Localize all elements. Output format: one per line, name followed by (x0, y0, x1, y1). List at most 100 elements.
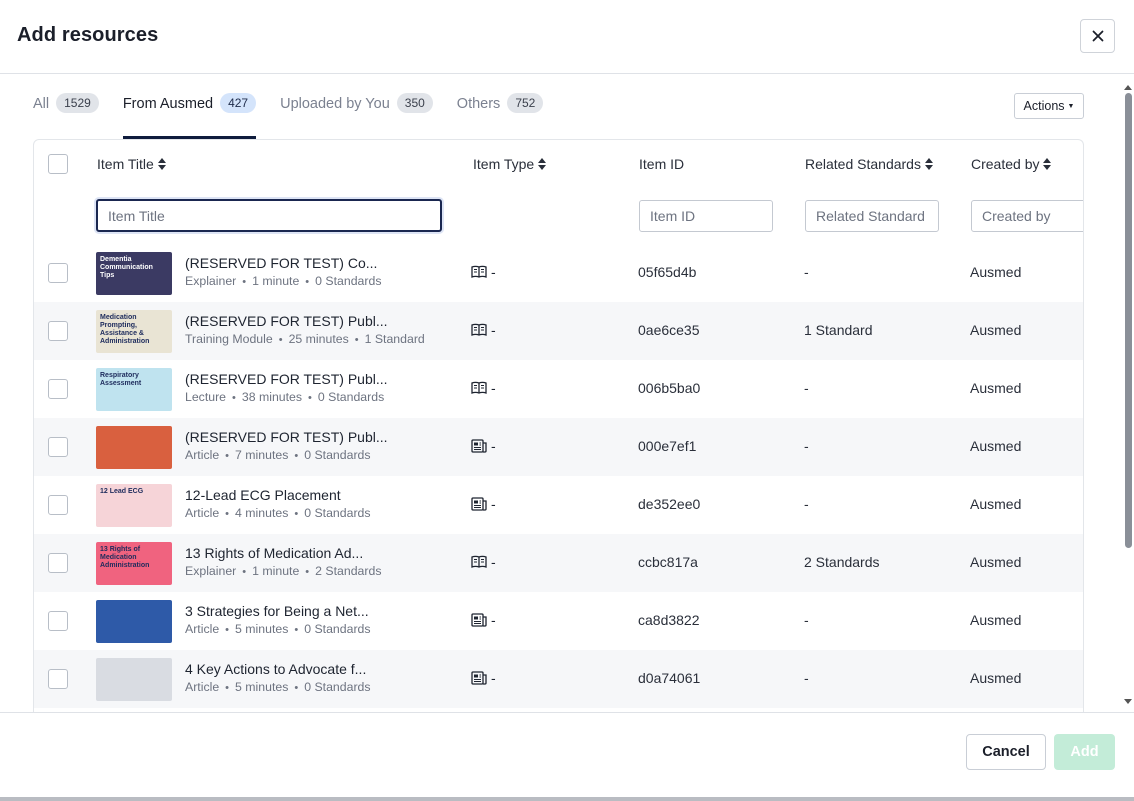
item-meta: Article • 7 minutes • 0 Standards (185, 447, 465, 464)
resource-thumbnail[interactable]: Dementia Communication Tips (96, 252, 172, 295)
item-type-cell: - (471, 612, 496, 628)
resource-thumbnail[interactable]: Medication Prompting, Assistance & Admin… (96, 310, 172, 353)
related-standards-filter-input[interactable] (805, 200, 939, 232)
item-id-cell: de352ee0 (638, 496, 701, 512)
item-id-cell: 006b5ba0 (638, 380, 701, 396)
item-title-link[interactable]: 4 Key Actions to Advocate f... (185, 660, 465, 678)
article-icon (471, 671, 491, 685)
item-title-link[interactable]: (RESERVED FOR TEST) Publ... (185, 370, 465, 388)
vertical-scrollbar[interactable] (1122, 85, 1134, 710)
close-icon (1092, 30, 1103, 42)
scrollbar-thumb[interactable] (1125, 93, 1132, 548)
column-header-created-by[interactable]: Created by (971, 156, 1052, 172)
item-title-cell: (RESERVED FOR TEST) Co... Explainer • 1 min… (185, 254, 465, 290)
tab-from-ausmed[interactable]: From Ausmed 427 (122, 88, 257, 139)
item-type-text: - (491, 322, 496, 338)
actions-label: Actions (1023, 99, 1065, 113)
resource-thumbnail[interactable] (96, 600, 172, 643)
item-type-text: - (491, 670, 496, 686)
close-button[interactable] (1080, 19, 1115, 53)
thumbnail-caption: Respiratory Assessment (100, 372, 142, 387)
resource-thumbnail[interactable]: 12 Lead ECG (96, 484, 172, 527)
created-by-cell: Ausmed (970, 670, 1022, 686)
tab-all[interactable]: All 1529 (33, 88, 99, 139)
related-standards-cell: 2 Standards (804, 554, 880, 570)
meta-text: Article (185, 448, 220, 462)
row-checkbox[interactable] (48, 437, 68, 457)
item-title-link[interactable]: 12-Lead ECG Placement (185, 486, 465, 504)
row-checkbox[interactable] (48, 669, 68, 689)
thumbnail-caption: 13 Rights of Medication Administration (100, 546, 150, 569)
item-id-cell: 000e7ef1 (638, 438, 697, 454)
item-title-filter-input[interactable] (96, 199, 442, 232)
item-type-cell: - (471, 496, 496, 512)
bullet-separator: • (294, 508, 299, 520)
item-title-link[interactable]: (RESERVED FOR TEST) Co... (185, 254, 465, 272)
table-row[interactable]: Dementia Communication Tips (RESERVED FOR… (34, 244, 1083, 302)
column-label: Created by (971, 156, 1040, 172)
row-checkbox[interactable] (48, 263, 68, 283)
resource-thumbnail[interactable] (96, 426, 172, 469)
item-type-text: - (491, 380, 496, 396)
bullet-separator: • (294, 682, 299, 694)
meta-text: 0 Standards (304, 506, 371, 520)
meta-text: 0 Standards (304, 680, 371, 694)
meta-text: 1 minute (252, 564, 300, 578)
table-row[interactable]: 13 Rights of Medication Administration 13… (34, 534, 1083, 592)
meta-text: 4 minutes (235, 506, 289, 520)
tab-others[interactable]: Others 752 (457, 88, 544, 139)
tab-label: All (33, 96, 50, 112)
article-icon (471, 613, 491, 627)
add-button[interactable]: Add (1054, 734, 1115, 770)
row-checkbox[interactable] (48, 495, 68, 515)
row-checkbox[interactable] (48, 379, 68, 399)
item-meta: Article • 4 minutes • 0 Standards (185, 505, 465, 522)
meta-text: 5 minutes (235, 680, 289, 694)
cancel-button[interactable]: Cancel (966, 734, 1046, 770)
row-checkbox[interactable] (48, 611, 68, 631)
item-title-link[interactable]: 3 Strategies for Being a Net... (185, 602, 465, 620)
actions-dropdown-button[interactable]: Actions ▼ (1014, 93, 1084, 119)
item-id-cell: ccbc817a (638, 554, 698, 570)
scroll-down-arrow-icon[interactable] (1124, 699, 1132, 704)
bullet-separator: • (225, 450, 230, 462)
item-title-link[interactable]: (RESERVED FOR TEST) Publ... (185, 312, 465, 330)
related-standards-cell: - (804, 496, 809, 512)
row-checkbox[interactable] (48, 321, 68, 341)
table-row[interactable]: Medication Prompting, Assistance & Admin… (34, 302, 1083, 360)
sort-icon (1043, 158, 1052, 170)
created-by-filter-input[interactable] (971, 200, 1083, 232)
table-header-row: Item Title Item Type Item ID Related Sta… (34, 140, 1083, 188)
item-title-cell: 3 Strategies for Being a Net... Article • 5… (185, 602, 465, 638)
item-title-link[interactable]: 13 Rights of Medication Ad... (185, 544, 465, 562)
scroll-up-arrow-icon[interactable] (1124, 85, 1132, 90)
table-row[interactable]: 4 Key Actions to Advocate f... Article • 5 … (34, 650, 1083, 708)
resource-thumbnail[interactable] (96, 658, 172, 701)
related-standards-cell: - (804, 264, 809, 280)
select-all-checkbox[interactable] (48, 154, 68, 174)
backdrop-strip (0, 797, 1134, 801)
book-icon (471, 381, 491, 395)
table-row[interactable]: 3 Strategies for Being a Net... Article • 5… (34, 592, 1083, 650)
item-title-link[interactable]: (RESERVED FOR TEST) Publ... (185, 428, 465, 446)
item-title-cell: 4 Key Actions to Advocate f... Article • 5 … (185, 660, 465, 696)
column-header-related-standards[interactable]: Related Standards (805, 156, 933, 172)
count-badge: 350 (396, 93, 433, 113)
item-id-filter-input[interactable] (639, 200, 773, 232)
table-row[interactable]: 12 Lead ECG 12-Lead ECG Placement Article •… (34, 476, 1083, 534)
tab-label: Others (456, 96, 501, 112)
item-type-cell: - (471, 670, 496, 686)
table-row[interactable]: (RESERVED FOR TEST) Publ... Article • 7 min… (34, 418, 1083, 476)
meta-text: 2 Standards (315, 564, 382, 578)
resource-thumbnail[interactable]: Respiratory Assessment (96, 368, 172, 411)
item-id-cell: ca8d3822 (638, 612, 700, 628)
column-header-item-title[interactable]: Item Title (97, 156, 166, 172)
row-checkbox[interactable] (48, 553, 68, 573)
created-by-cell: Ausmed (970, 438, 1022, 454)
resource-thumbnail[interactable]: 13 Rights of Medication Administration (96, 542, 172, 585)
column-header-item-type[interactable]: Item Type (473, 156, 547, 172)
tab-label: Uploaded by You (280, 96, 390, 112)
table-row[interactable]: Respiratory Assessment (RESERVED FOR TEST… (34, 360, 1083, 418)
tab-uploaded-by-you[interactable]: Uploaded by You 350 (280, 88, 433, 139)
meta-text: Article (185, 506, 220, 520)
